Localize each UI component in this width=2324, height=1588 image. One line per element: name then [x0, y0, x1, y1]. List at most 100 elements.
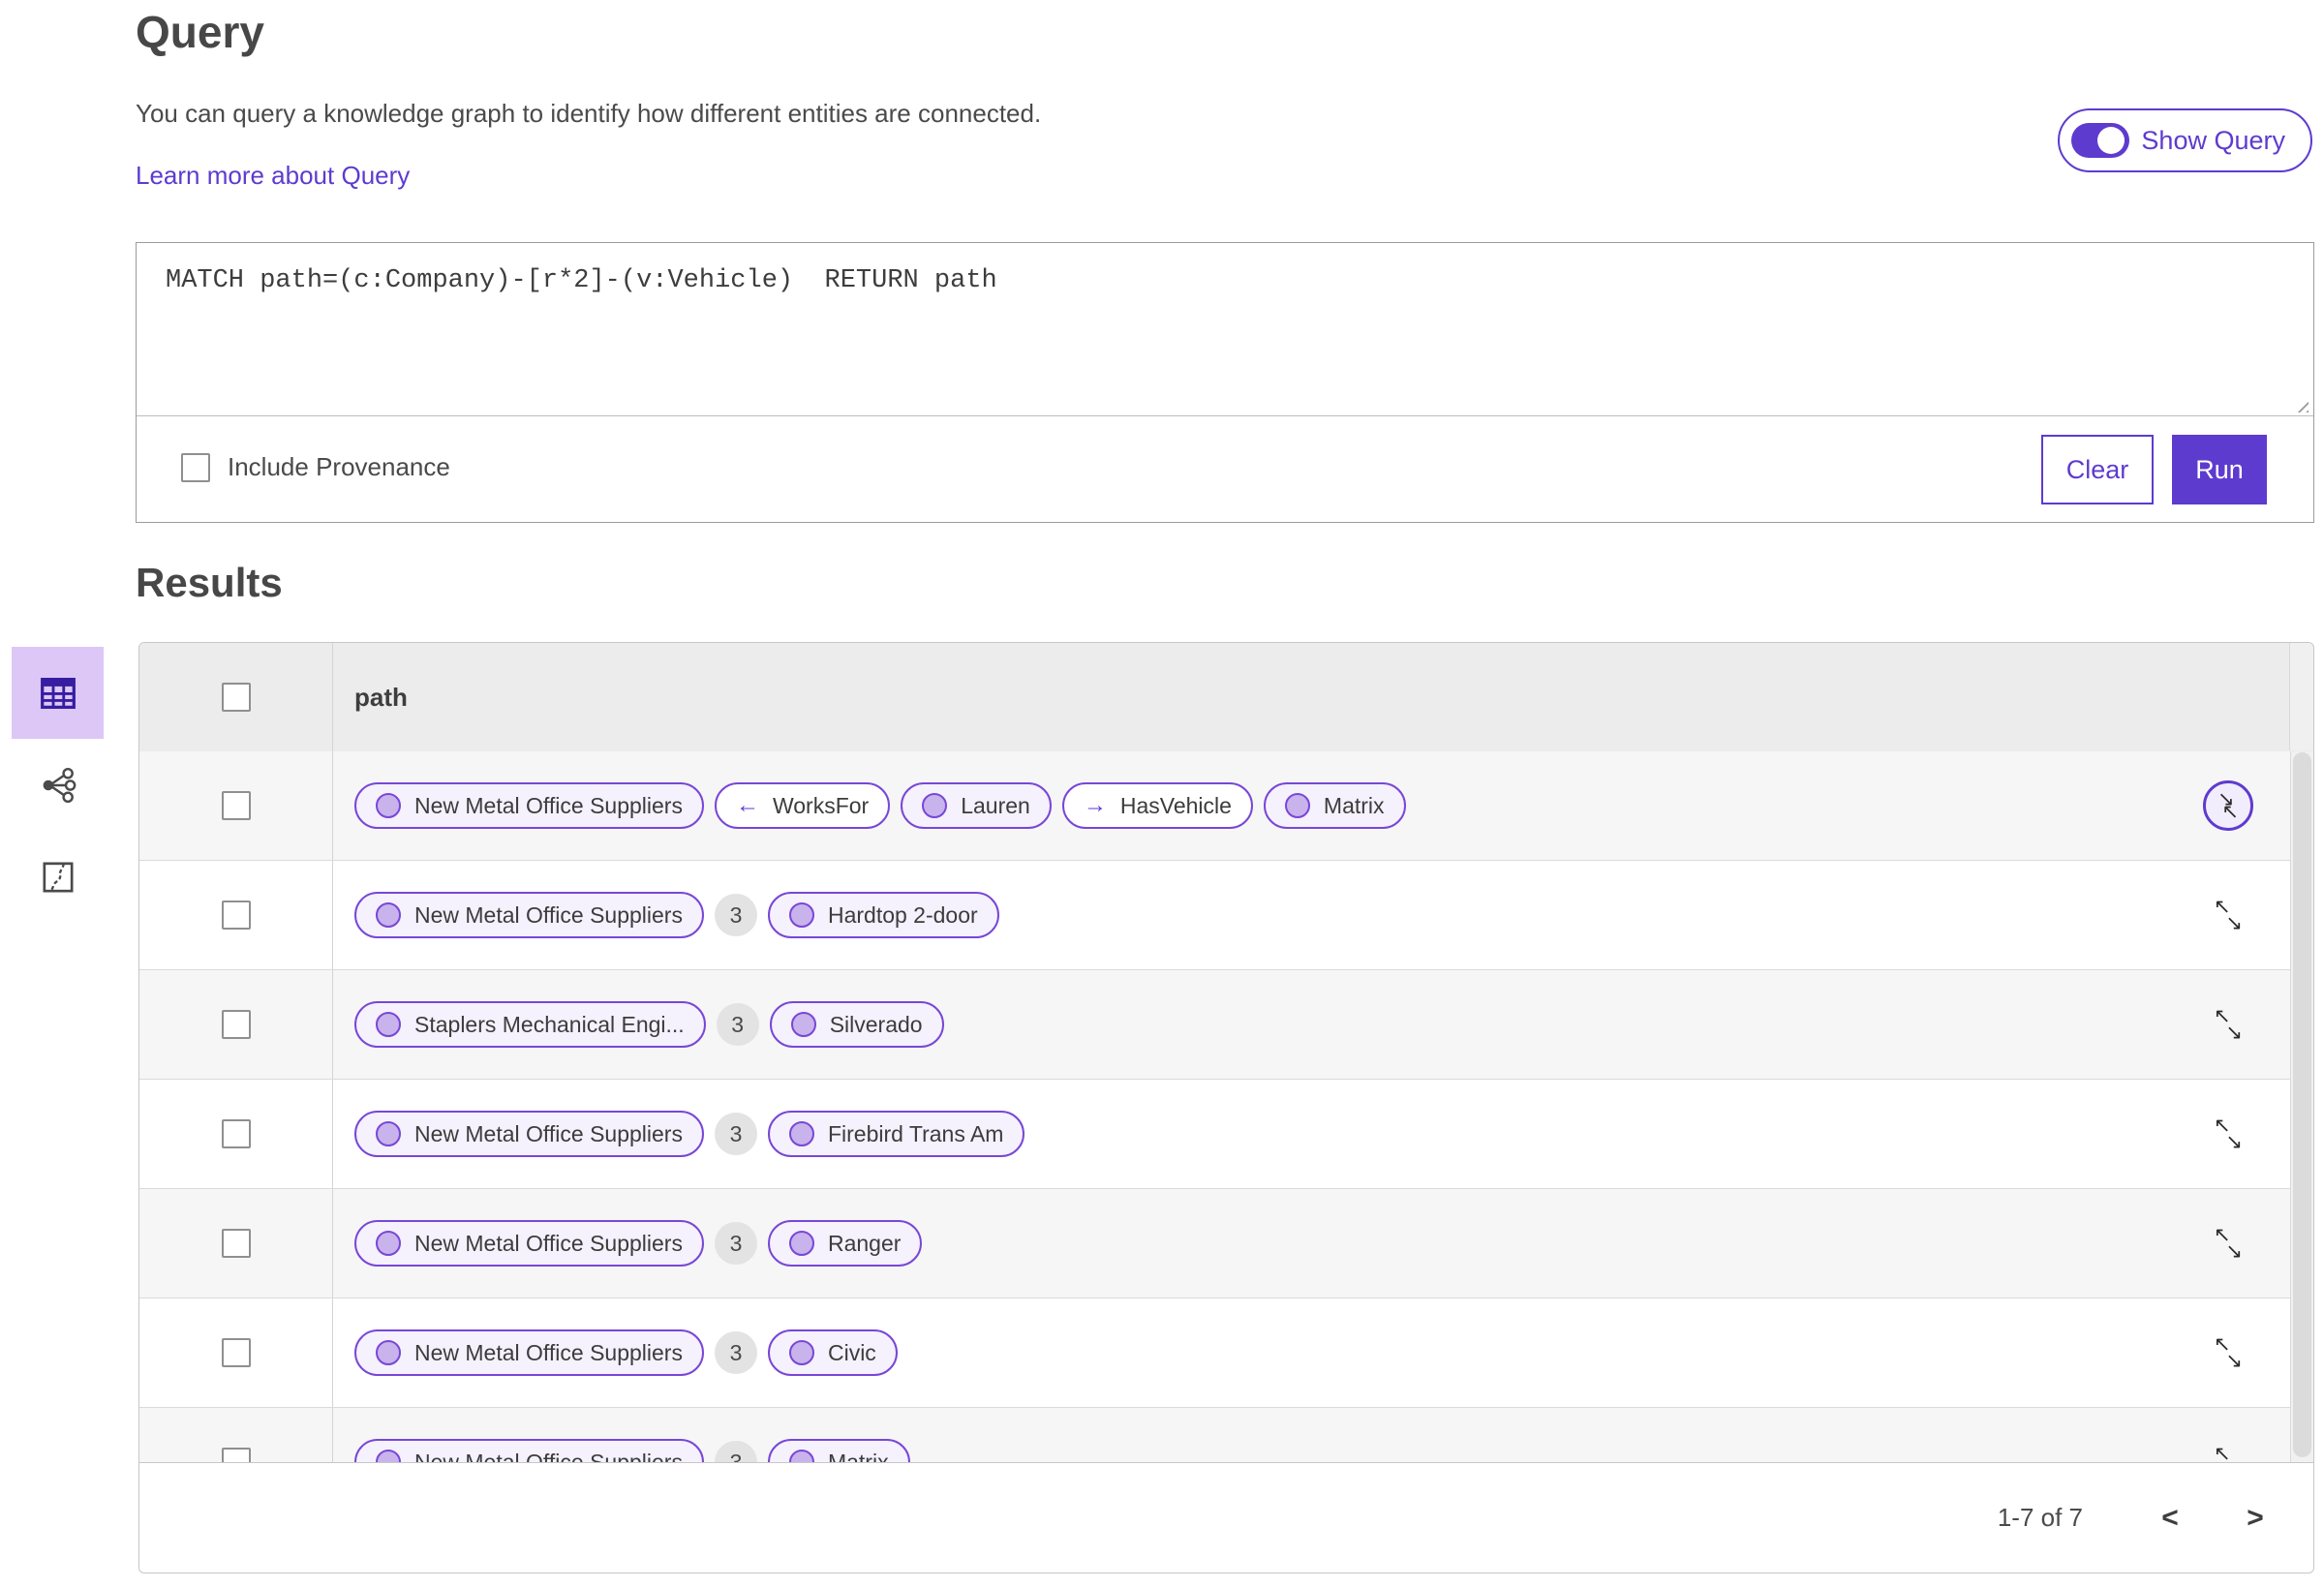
scrollbar-track-header — [2289, 643, 2313, 750]
entity-pill[interactable]: Staplers Mechanical Engi... — [354, 1001, 706, 1048]
relationship-count-badge[interactable]: 3 — [714, 1222, 757, 1265]
query-panel: MATCH path=(c:Company)-[r*2]-(v:Vehicle)… — [136, 242, 2314, 523]
pill-label: New Metal Office Suppliers — [414, 1339, 683, 1365]
expand-row-button[interactable]: ↖↘ — [2203, 1218, 2253, 1268]
pill-label: Civic — [827, 1339, 876, 1365]
entity-pill[interactable]: New Metal Office Suppliers — [354, 892, 704, 938]
entity-pill[interactable]: New Metal Office Suppliers — [354, 1329, 704, 1376]
table-row: New Metal Office Suppliers3Matrix↖↘ — [139, 1408, 2313, 1465]
run-button[interactable]: Run — [2172, 435, 2267, 504]
table-row: New Metal Office Suppliers 3 Ranger ↖ ↘ — [139, 1189, 2313, 1298]
entity-node-icon — [922, 793, 948, 818]
query-input[interactable]: MATCH path=(c:Company)-[r*2]-(v:Vehicle)… — [166, 266, 2275, 402]
entity-pill[interactable]: Matrix — [1263, 782, 1406, 829]
tab-table-view[interactable] — [12, 647, 104, 739]
table-row: New Metal Office Suppliers ← WorksFor Laure… — [139, 751, 2313, 861]
entity-node-icon — [1284, 793, 1310, 818]
previous-page-button[interactable]: < — [2151, 1502, 2189, 1535]
entity-pill[interactable]: New Metal Office Suppliers — [354, 1111, 704, 1157]
pill-label: Hardtop 2-door — [827, 901, 978, 928]
arrow-outward-icon: ↘ — [2225, 1350, 2243, 1372]
tab-link-chart-view[interactable] — [12, 739, 104, 831]
expand-row-button[interactable]: ↖↘ — [2203, 999, 2253, 1050]
path-cell: New Metal Office Suppliers 3 Civic — [333, 1298, 2313, 1407]
arrow-outward-icon: ↘ — [2225, 1131, 2243, 1153]
row-checkbox[interactable] — [221, 791, 251, 820]
entity-pill[interactable]: Firebird Trans Am — [767, 1111, 1025, 1157]
expand-row-button[interactable]: ↖↘ — [2203, 890, 2253, 940]
entity-pill[interactable]: Lauren — [901, 782, 1052, 829]
table-row: Staplers Mechanical Engi... 3 Silverado ↖ ↘ — [139, 970, 2313, 1080]
table-footer: 1-7 of 7 < > — [139, 1462, 2313, 1573]
table-icon — [40, 677, 76, 709]
results-title: Results — [136, 560, 283, 605]
path-cell: New Metal Office Suppliers 3 Matrix — [333, 1408, 2313, 1465]
relationship-pill[interactable]: ← WorksFor — [714, 782, 891, 829]
entity-node-icon — [788, 1231, 814, 1256]
collapse-row-button[interactable]: ↘ ↖ — [2203, 780, 2253, 831]
pill-label: New Metal Office Suppliers — [414, 901, 683, 928]
show-query-label: Show Query — [2141, 125, 2285, 155]
toggle-switch-icon[interactable] — [2071, 123, 2130, 158]
entity-pill[interactable]: New Metal Office Suppliers — [354, 782, 704, 829]
entity-pill[interactable]: Matrix — [767, 1439, 910, 1465]
relationship-count-badge[interactable]: 3 — [714, 894, 757, 936]
row-checkbox[interactable] — [221, 1119, 251, 1148]
entity-pill[interactable]: New Metal Office Suppliers — [354, 1220, 704, 1267]
select-all-checkbox[interactable] — [221, 683, 251, 712]
path-cell: Staplers Mechanical Engi... 3 Silverado — [333, 970, 2313, 1079]
arrow-outward-icon: ↘ — [2225, 1022, 2243, 1044]
resize-grip-icon[interactable] — [2292, 396, 2309, 412]
row-checkbox[interactable] — [221, 1229, 251, 1258]
entity-node-icon — [788, 1121, 814, 1146]
vertical-scrollbar[interactable] — [2290, 751, 2313, 1465]
entity-node-icon — [376, 1340, 401, 1365]
entity-pill[interactable]: New Metal Office Suppliers — [354, 1439, 704, 1465]
show-query-toggle[interactable]: Show Query — [2058, 108, 2312, 172]
entity-node-icon — [788, 1340, 814, 1365]
row-checkbox[interactable] — [221, 901, 251, 930]
column-header-path: path — [354, 682, 408, 712]
relationship-count-badge[interactable]: 3 — [714, 1113, 757, 1155]
arrow-outward-icon: ↘ — [2225, 912, 2243, 934]
toggle-knob — [2097, 127, 2125, 154]
arrow-left-icon: ← — [735, 792, 759, 818]
relationship-count-badge[interactable]: 3 — [714, 1331, 757, 1374]
entity-pill[interactable]: Silverado — [769, 1001, 944, 1048]
entity-node-icon — [376, 1121, 401, 1146]
pill-label: Ranger — [827, 1230, 902, 1256]
arrow-right-icon: → — [1083, 792, 1107, 818]
expand-row-button[interactable]: ↖↘ — [2203, 1328, 2253, 1378]
pill-label: New Metal Office Suppliers — [414, 1230, 683, 1256]
learn-more-link[interactable]: Learn more about Query — [136, 161, 410, 191]
pill-label: Firebird Trans Am — [827, 1120, 1004, 1146]
tab-map-view[interactable] — [12, 831, 104, 923]
pagination-range-label: 1-7 of 7 — [1997, 1503, 2083, 1532]
path-cell: New Metal Office Suppliers 3 Ranger — [333, 1189, 2313, 1298]
scrollbar-thumb[interactable] — [2293, 752, 2311, 1457]
expand-row-button[interactable]: ↖↘ — [2203, 1109, 2253, 1159]
arrow-outward-icon: ↘ — [2225, 1240, 2243, 1263]
entity-node-icon — [790, 1012, 816, 1037]
clear-button[interactable]: Clear — [2041, 435, 2154, 504]
row-checkbox[interactable] — [221, 1338, 251, 1367]
entity-pill[interactable]: Hardtop 2-door — [767, 892, 999, 938]
entity-node-icon — [376, 902, 401, 928]
entity-node-icon — [788, 902, 814, 928]
entity-pill[interactable]: Civic — [767, 1329, 898, 1376]
pill-label: Staplers Mechanical Engi... — [414, 1011, 685, 1037]
pill-label: Silverado — [829, 1011, 923, 1037]
include-provenance-checkbox[interactable] — [181, 452, 210, 482]
relationship-count-badge[interactable]: 3 — [716, 1003, 759, 1046]
next-page-button[interactable]: > — [2236, 1502, 2275, 1535]
expand-row-button[interactable]: ↖↘ — [2203, 1437, 2253, 1465]
results-table: path New Metal Office Suppliers ← WorksFor… — [138, 642, 2314, 1573]
textarea-divider — [137, 415, 2313, 416]
entity-pill[interactable]: Ranger — [767, 1220, 923, 1267]
path-cell: New Metal Office Suppliers ← WorksFor Laure… — [333, 751, 2313, 860]
relationship-pill[interactable]: → HasVehicle — [1061, 782, 1253, 829]
row-checkbox[interactable] — [221, 1010, 251, 1039]
pill-label: New Metal Office Suppliers — [414, 1120, 683, 1146]
map-icon — [43, 862, 73, 892]
query-description: You can query a knowledge graph to ident… — [136, 99, 1042, 128]
